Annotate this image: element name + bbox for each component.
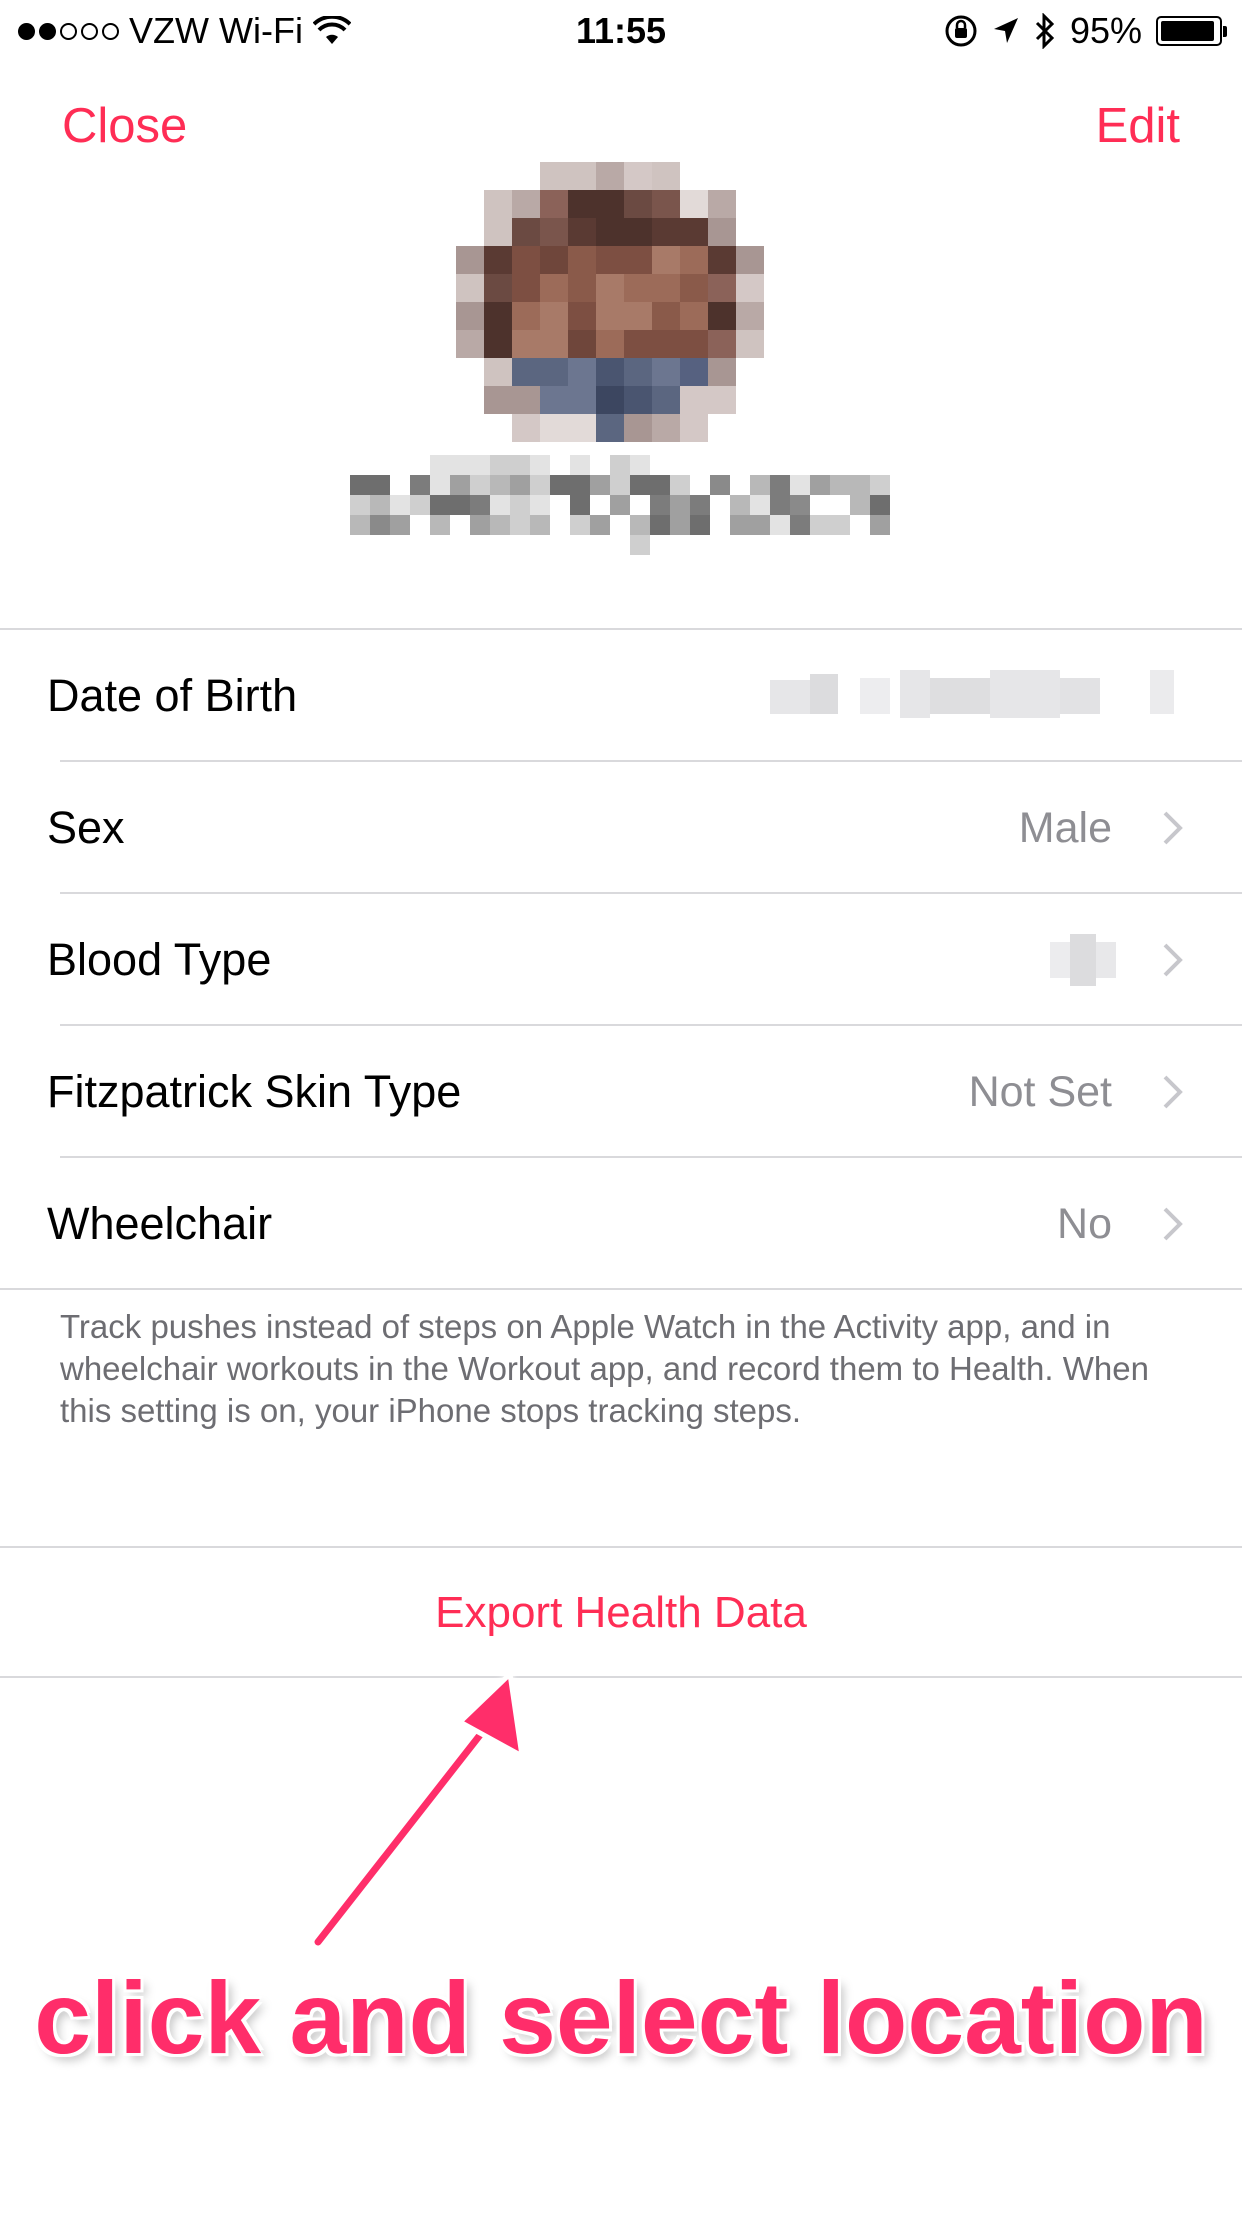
row-label: Wheelchair [47,1198,273,1249]
row-sex[interactable]: Sex Male [0,762,1242,894]
chevron-right-icon [1163,1207,1183,1241]
blood-type-redacted [1050,934,1116,986]
row-value: No [1057,1200,1112,1248]
row-date-of-birth[interactable]: Date of Birth [0,630,1242,762]
date-of-birth-redacted [770,670,1174,718]
close-button[interactable]: Close [62,98,187,154]
row-label: Sex [47,802,125,853]
status-bar: VZW Wi-Fi 11:55 95% [0,0,1242,60]
health-profile-screen: VZW Wi-Fi 11:55 95% Close Edit Date of B… [0,0,1242,2216]
row-label: Date of Birth [47,670,298,721]
chevron-right-icon [1163,1075,1183,1109]
annotation-callout: click and select location [34,1961,1208,2075]
row-fitzpatrick-skin-type[interactable]: Fitzpatrick Skin Type Not Set [0,1026,1242,1158]
separator [0,1676,1242,1678]
profile-name-redacted [350,455,890,555]
status-right: 95% [944,10,1227,52]
row-value: Not Set [968,1068,1112,1116]
bluetooth-icon [1035,13,1055,49]
location-icon [993,18,1018,43]
edit-button[interactable]: Edit [1096,98,1180,154]
row-label: Fitzpatrick Skin Type [47,1066,462,1117]
battery-icon [1156,16,1227,46]
row-label: Blood Type [47,934,272,985]
export-health-data-button[interactable]: Export Health Data [0,1548,1242,1678]
row-blood-type[interactable]: Blood Type [0,894,1242,1026]
row-wheelchair[interactable]: Wheelchair No [0,1158,1242,1290]
battery-percent: 95% [1069,10,1142,51]
wheelchair-footnote: Track pushes instead of steps on Apple W… [60,1308,1149,1429]
separator [0,1288,1242,1290]
avatar [456,162,764,442]
row-value: Male [1018,804,1112,852]
orientation-lock-icon [945,15,977,47]
chevron-right-icon [1163,811,1183,845]
annotation-arrow-icon [311,1671,525,1949]
chevron-right-icon [1163,943,1183,977]
